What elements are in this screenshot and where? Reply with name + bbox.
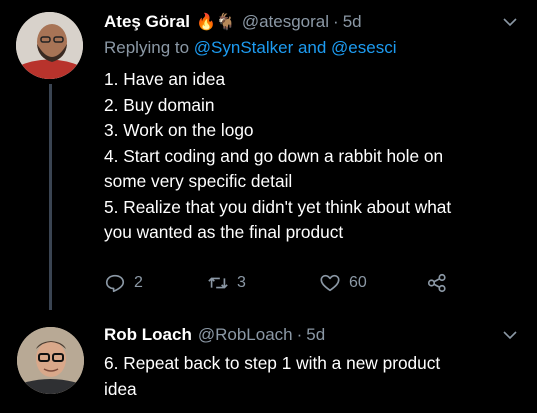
- tweet-line: 3. Work on the logo: [104, 120, 254, 140]
- display-name[interactable]: Ateş Göral: [104, 12, 190, 32]
- reply-button[interactable]: 2: [104, 272, 143, 294]
- tweet-atesgoral[interactable]: Ateş Göral 🔥🐐 @atesgoral · 5d Replying t…: [0, 0, 537, 310]
- tweet-content: Rob Loach @RobLoach · 5d 6. Repeat back …: [104, 323, 517, 402]
- display-name[interactable]: Rob Loach: [104, 325, 192, 345]
- tweet-robloach[interactable]: Rob Loach @RobLoach · 5d 6. Repeat back …: [0, 318, 537, 413]
- like-count: 60: [349, 274, 367, 291]
- share-button[interactable]: [426, 272, 456, 294]
- tweet-header: Ateş Göral 🔥🐐 @atesgoral · 5d: [104, 10, 517, 34]
- tweet-line: 6. Repeat back to step 1 with a new prod…: [104, 353, 441, 373]
- timestamp[interactable]: 5d: [343, 12, 362, 32]
- avatar[interactable]: [17, 327, 84, 394]
- handle[interactable]: @atesgoral: [242, 12, 329, 32]
- heart-icon: [320, 274, 340, 292]
- tweet-line: 2. Buy domain: [104, 94, 215, 115]
- tweet-text: 1. Have an idea 2. Buy domain 3. Work on…: [104, 67, 517, 246]
- replying-to: Replying to @SynStalker and @esesci: [104, 38, 517, 62]
- share-icon: [427, 273, 446, 293]
- handle[interactable]: @RobLoach: [198, 325, 293, 345]
- tweet-line: 5. Realize that you didn't yet think abo…: [104, 196, 452, 217]
- tweet-line: idea: [104, 378, 137, 399]
- avatar[interactable]: [16, 12, 83, 79]
- replying-prefix: Replying to: [104, 38, 194, 57]
- retweet-button[interactable]: 3: [207, 272, 246, 294]
- thread-line: [49, 84, 52, 310]
- reply-count: 2: [134, 274, 143, 291]
- chevron-down-icon[interactable]: [503, 15, 517, 29]
- replying-mentions[interactable]: @SynStalker and @esesci: [194, 38, 397, 57]
- tweet-content: Ateş Göral 🔥🐐 @atesgoral · 5d Replying t…: [104, 10, 517, 246]
- timestamp[interactable]: 5d: [306, 325, 325, 345]
- tweet-line: 1. Have an idea: [104, 69, 226, 89]
- separator-dot: ·: [333, 12, 339, 31]
- retweet-count: 3: [237, 274, 246, 291]
- name-emoji: 🔥🐐: [195, 14, 236, 31]
- tweet-line: you wanted as the final product: [104, 222, 344, 242]
- reply-icon: [105, 274, 125, 293]
- retweet-icon: [208, 277, 228, 289]
- separator-dot: ·: [296, 325, 303, 344]
- tweet-line: 4. Start coding and go down a rabbit hol…: [104, 145, 444, 166]
- tweet-header: Rob Loach @RobLoach · 5d: [104, 323, 517, 347]
- chevron-down-icon[interactable]: [503, 328, 517, 342]
- tweet-actions: 2 3 60: [104, 272, 484, 298]
- tweet-text: 6. Repeat back to step 1 with a new prod…: [104, 351, 517, 402]
- tweet-line: some very specific detail: [104, 171, 293, 191]
- like-button[interactable]: 60: [319, 272, 367, 294]
